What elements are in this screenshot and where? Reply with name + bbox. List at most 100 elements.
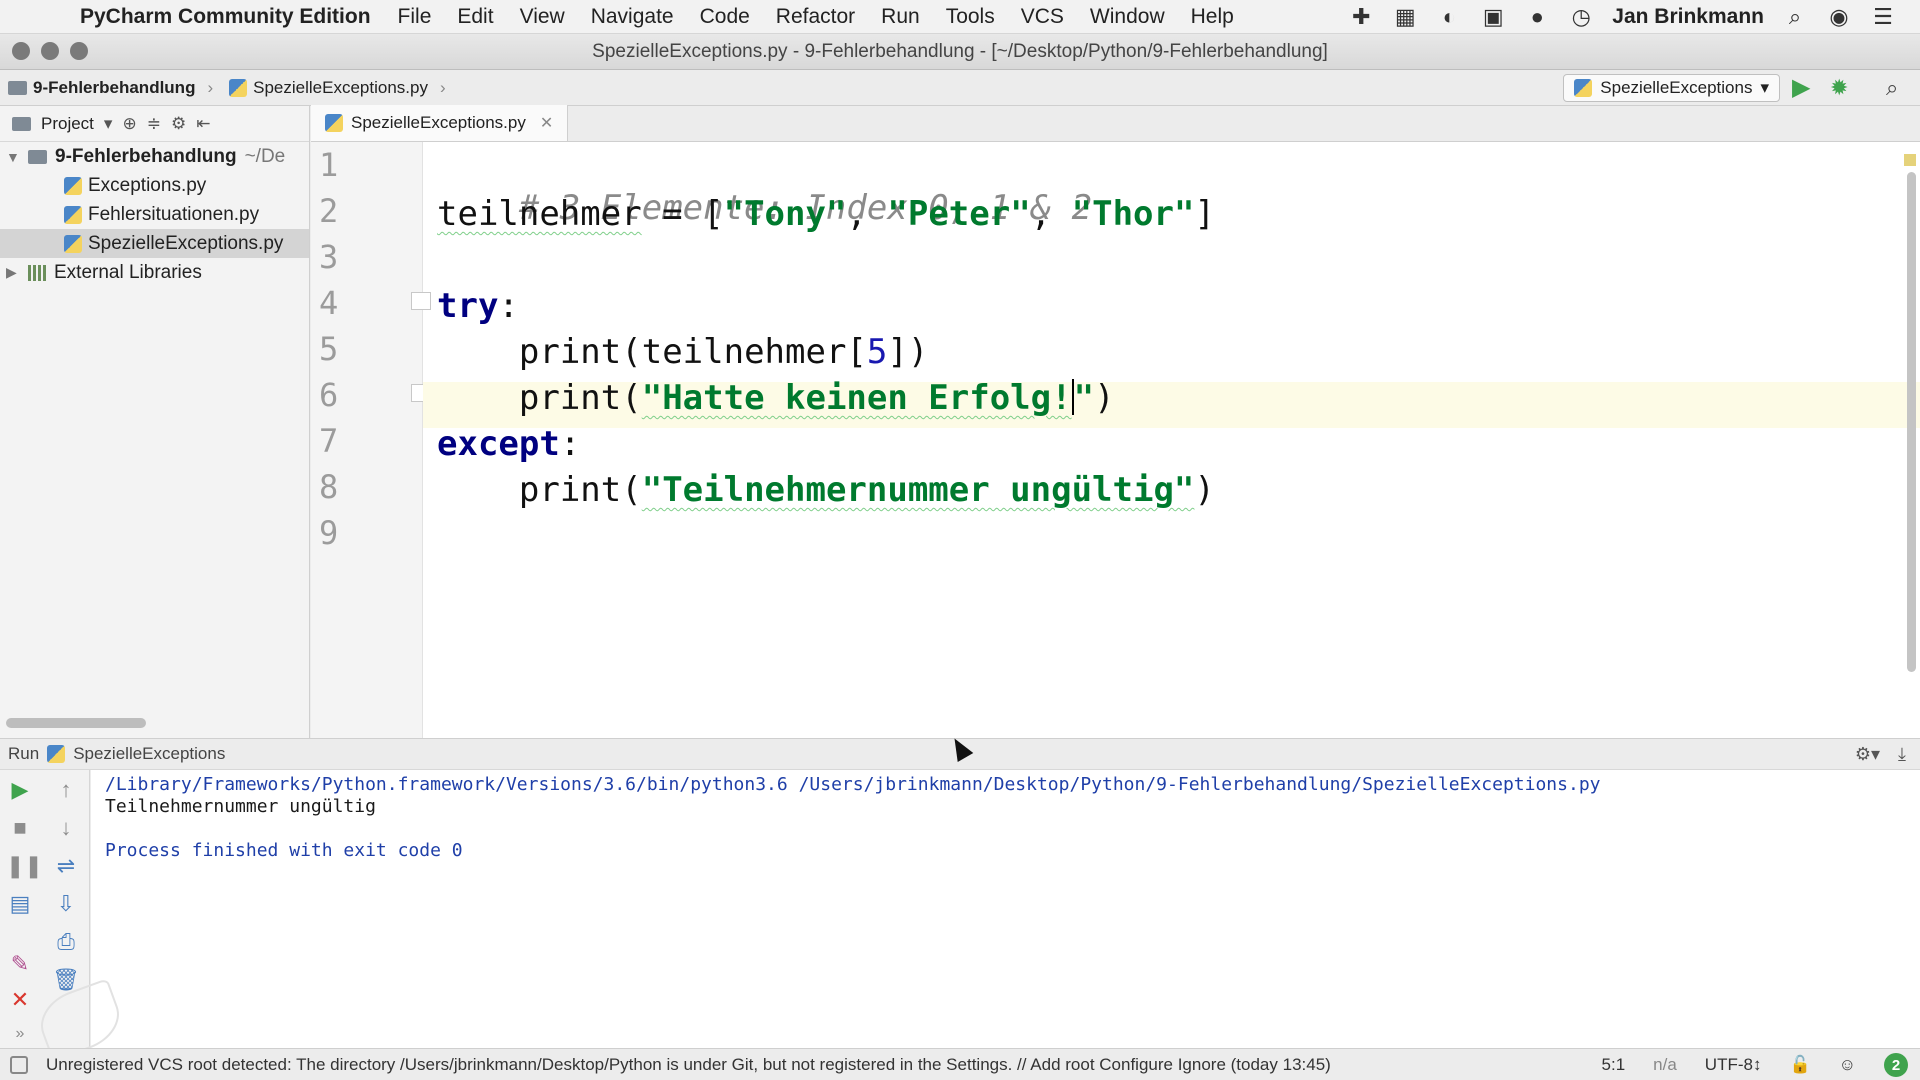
tree-file-label: Exceptions.py	[88, 174, 207, 196]
menu-navigate[interactable]: Navigate	[578, 5, 687, 29]
macos-menu-bar: PyCharm Community Edition File Edit View…	[0, 0, 1920, 34]
code-string-end: "	[1073, 378, 1095, 418]
restore-layout-icon[interactable]: ▤	[6, 890, 34, 918]
soft-wrap-icon[interactable]: ⇌	[52, 852, 80, 880]
inspection-person-icon[interactable]: ☺	[1839, 1055, 1856, 1075]
code-string: "Tony"	[723, 194, 847, 234]
tree-root-path: ~/De	[244, 145, 286, 167]
gear-icon[interactable]: ⚙▾	[1855, 744, 1880, 765]
run-configuration-select[interactable]: SpezielleExceptions ▾	[1563, 74, 1780, 102]
menu-code[interactable]: Code	[687, 5, 763, 29]
menu-file[interactable]: File	[385, 5, 445, 29]
code-punctuation: ])	[887, 332, 929, 372]
chat-icon[interactable]: ●	[1524, 4, 1550, 30]
gear-icon[interactable]: ⚙	[171, 114, 186, 134]
python-file-icon	[1574, 79, 1593, 97]
menu-tools[interactable]: Tools	[933, 5, 1008, 29]
menu-edit[interactable]: Edit	[444, 5, 506, 29]
pause-icon[interactable]: ❚❚	[6, 852, 43, 880]
down-arrow-icon[interactable]: ↓	[52, 814, 80, 842]
project-horizontal-scrollbar[interactable]	[6, 718, 146, 728]
close-run-icon[interactable]: ✕	[6, 986, 34, 1014]
breadcrumb-file[interactable]: SpezielleExceptions.py ›	[221, 78, 454, 98]
console-process-status: Process finished with exit code 0	[105, 840, 463, 861]
editor-vertical-scrollbar[interactable]	[1907, 172, 1916, 672]
library-icon	[28, 264, 48, 281]
python-file-icon	[64, 234, 82, 253]
caret-position[interactable]: 5:1	[1602, 1055, 1626, 1075]
print-icon[interactable]: ⎙	[52, 928, 80, 956]
event-log-badge[interactable]: 2	[1884, 1053, 1908, 1077]
run-button[interactable]: ▶	[1792, 76, 1816, 100]
line-separator-status[interactable]: n/a	[1653, 1055, 1677, 1075]
breadcrumb-project[interactable]: 9-Fehlerbehandlung ›	[0, 78, 221, 98]
chevron-down-icon[interactable]: ▾	[104, 114, 113, 134]
toolbox-icon[interactable]: ▦	[1392, 4, 1418, 30]
lock-icon[interactable]: 🔓	[1789, 1055, 1810, 1075]
screen-record-icon[interactable]: ▣	[1480, 4, 1506, 30]
file-encoding[interactable]: UTF-8↕	[1705, 1055, 1762, 1075]
run-config-name[interactable]: SpezielleExceptions	[73, 744, 225, 764]
console-command-line: /Library/Frameworks/Python.framework/Ver…	[105, 774, 1601, 795]
user-name[interactable]: Jan Brinkmann	[1612, 5, 1764, 29]
collapse-all-icon[interactable]: ≑	[147, 114, 161, 134]
tree-file-exceptions[interactable]: Exceptions.py	[0, 171, 309, 200]
notification-center-icon[interactable]: ☰	[1870, 4, 1896, 30]
close-tab-icon[interactable]: ✕	[540, 113, 553, 133]
leaf-icon[interactable]: ◐	[1436, 4, 1462, 30]
project-view-icon	[12, 116, 31, 131]
spotlight-search-icon[interactable]: ⌕	[1782, 4, 1808, 30]
scroll-to-end-icon[interactable]: ⇩	[52, 890, 80, 918]
menu-help[interactable]: Help	[1178, 5, 1247, 29]
window-title: SpezielleExceptions.py - 9-Fehlerbehandl…	[592, 41, 1328, 62]
code-punctuation: ]	[1194, 194, 1215, 234]
fold-marker-icon[interactable]	[411, 292, 431, 310]
toggle-tool-windows-icon[interactable]	[10, 1056, 28, 1074]
debug-bug-icon[interactable]: ✹	[1830, 76, 1856, 100]
menu-view[interactable]: View	[507, 5, 578, 29]
menu-vcs[interactable]: VCS	[1008, 5, 1077, 29]
run-configuration-label: SpezielleExceptions	[1600, 78, 1753, 97]
code-editor[interactable]: 1 2 3 4 5 6 7 8 9 # 3 Elemente: Index 0,…	[311, 142, 1920, 738]
tree-root-folder[interactable]: ▼ 9-Fehlerbehandlung ~/De	[0, 142, 309, 171]
chevron-down-icon: ▾	[1760, 78, 1769, 97]
expand-arrow-icon[interactable]: ▼	[6, 149, 24, 165]
folder-icon	[8, 80, 27, 95]
tree-file-fehlersituationen[interactable]: Fehlersituationen.py	[0, 200, 309, 229]
up-arrow-icon[interactable]: ↑	[52, 776, 80, 804]
code-punctuation: ,	[1030, 194, 1072, 234]
hide-panel-icon[interactable]: ⤓	[1898, 744, 1906, 765]
app-name-menu[interactable]: PyCharm Community Edition	[80, 5, 371, 29]
pin-tab-icon[interactable]: ✎	[6, 950, 34, 978]
menu-window[interactable]: Window	[1077, 5, 1178, 29]
stop-icon[interactable]: ■	[6, 814, 34, 842]
vcs-notification-message[interactable]: Unregistered VCS root detected: The dire…	[46, 1055, 1331, 1075]
hide-panel-icon[interactable]: ⇤	[196, 114, 210, 134]
code-keyword: except	[437, 424, 560, 464]
scroll-from-source-icon[interactable]: ⊕	[122, 114, 136, 134]
tree-external-libraries[interactable]: ▶ External Libraries	[0, 258, 309, 287]
time-machine-icon[interactable]: ◷	[1568, 4, 1594, 30]
line-number: 8	[319, 468, 339, 506]
expand-arrow-icon[interactable]: ▶	[6, 264, 24, 281]
line-number: 4	[319, 284, 339, 322]
project-view-select[interactable]: Project	[41, 114, 94, 134]
line-number: 2	[319, 192, 339, 230]
tree-file-spezielleexceptions[interactable]: SpezielleExceptions.py	[0, 229, 309, 258]
search-everywhere-icon[interactable]: ⌕	[1886, 75, 1912, 101]
run-console-output[interactable]: /Library/Frameworks/Python.framework/Ver…	[91, 770, 1920, 1048]
plus-status-icon[interactable]: ✚	[1348, 4, 1374, 30]
code-string: "Peter"	[887, 194, 1031, 234]
status-bar: Unregistered VCS root detected: The dire…	[0, 1048, 1920, 1080]
siri-icon[interactable]: ◉	[1826, 4, 1852, 30]
menu-run[interactable]: Run	[868, 5, 933, 29]
code-line-5: print(teilnehmer[5])	[437, 332, 928, 372]
menu-refactor[interactable]: Refactor	[763, 5, 868, 29]
inspection-status-icon[interactable]	[1904, 154, 1916, 166]
more-actions-icon[interactable]: »	[6, 1020, 34, 1048]
line-number-gutter: 1 2 3 4 5 6 7 8 9	[311, 142, 431, 738]
tab-spezielleexceptions[interactable]: SpezielleExceptions.py ✕	[311, 105, 569, 141]
code-punctuation: )	[1194, 470, 1215, 510]
rerun-icon[interactable]: ▶	[6, 776, 34, 804]
